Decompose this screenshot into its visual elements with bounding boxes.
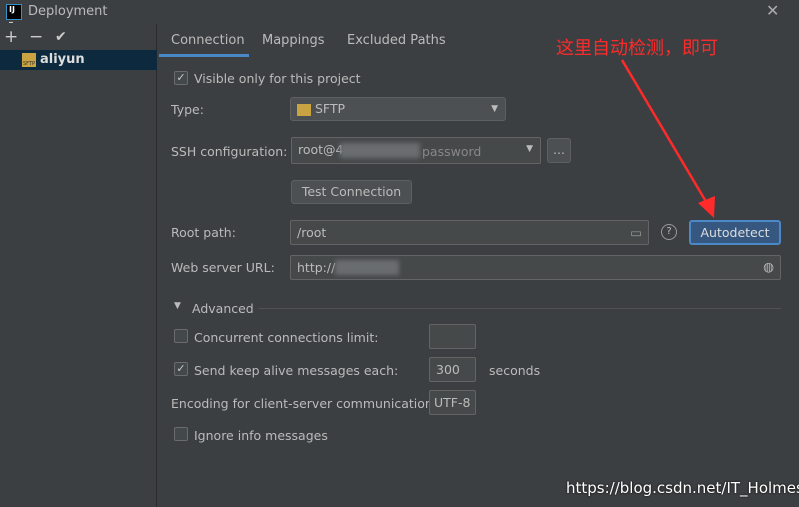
watermark: https://blog.csdn.net/IT_Holmes (566, 479, 799, 497)
arrow-head (698, 196, 715, 218)
annotation-arrow (620, 59, 715, 218)
arrow-line (620, 59, 710, 206)
